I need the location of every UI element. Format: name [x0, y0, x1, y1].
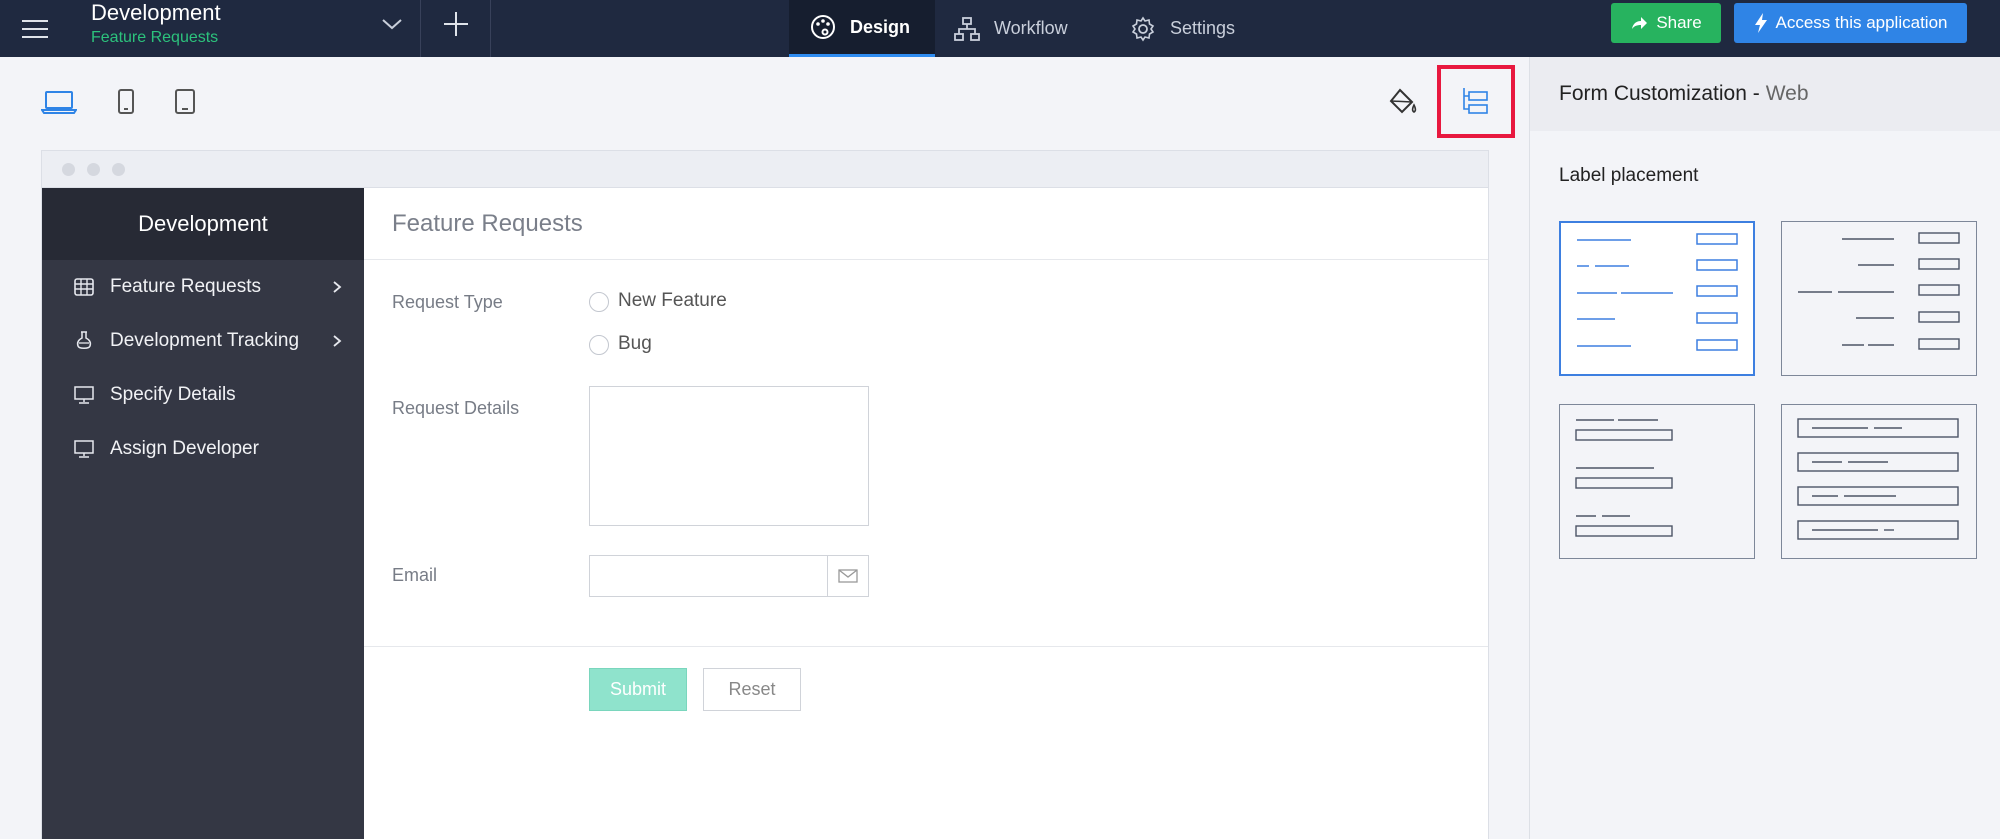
gear-icon	[1131, 16, 1155, 41]
palette-icon	[811, 15, 835, 39]
label-placement-top-option[interactable]	[1559, 404, 1755, 559]
form-customization-panel: Form Customization - Web Label placement	[1529, 57, 2000, 839]
laptop-icon[interactable]	[41, 88, 77, 116]
label-placement-heading: Label placement	[1559, 165, 1699, 186]
top-aligned-preview-icon	[1575, 419, 1673, 537]
divider	[364, 259, 1488, 260]
app-title: Development	[91, 0, 221, 25]
tab-settings-label: Settings	[1170, 18, 1236, 38]
sidebar-item-development-tracking[interactable]: Development Tracking	[42, 314, 364, 368]
chevron-right-icon	[333, 281, 342, 293]
envelope-icon	[838, 569, 858, 583]
share-button[interactable]: Share	[1611, 3, 1721, 43]
label-placement-inside-option[interactable]	[1781, 404, 1977, 559]
panel-title-suffix: Web	[1765, 82, 1809, 105]
form-title: Feature Requests	[392, 210, 583, 237]
sidebar-item-label: Feature Requests	[110, 276, 262, 297]
request-details-label: Request Details	[392, 398, 520, 418]
sidebar-item-feature-requests[interactable]: Feature Requests	[42, 260, 364, 314]
panel-header: Form Customization - Web	[1530, 57, 2000, 131]
sidebar-item-assign-developer[interactable]: Assign Developer	[42, 422, 364, 476]
window-titlebar	[42, 151, 1488, 188]
inside-label-preview-icon	[1797, 418, 1959, 540]
submit-button[interactable]: Submit	[589, 668, 687, 711]
window-dot	[62, 163, 75, 176]
sidebar-item-specify-details[interactable]: Specify Details	[42, 368, 364, 422]
share-arrow-icon	[1632, 17, 1648, 29]
tab-design-label: Design	[850, 16, 911, 37]
email-label: Email	[392, 565, 438, 585]
tab-design[interactable]: Design	[789, 0, 935, 57]
chevron-right-icon	[333, 335, 342, 347]
paint-bucket-icon[interactable]	[1388, 87, 1418, 117]
request-type-label: Request Type	[392, 292, 503, 312]
hamburger-menu-icon[interactable]	[22, 14, 48, 42]
flask-icon	[76, 331, 92, 349]
workflow-icon	[954, 16, 980, 41]
window-dot	[87, 163, 100, 176]
radio-new-feature[interactable]	[589, 292, 609, 312]
divider	[364, 646, 1488, 647]
radio-new-feature-label: New Feature	[618, 290, 727, 311]
app-subtitle: Feature Requests	[91, 29, 219, 46]
tab-workflow-label: Workflow	[994, 18, 1068, 38]
panel-title: Form Customization -	[1559, 82, 1760, 105]
form-area: Feature Requests Request Type New Featur…	[364, 188, 1488, 839]
tablet-icon[interactable]	[117, 88, 135, 116]
label-placement-right-option[interactable]	[1781, 221, 1977, 376]
reset-button[interactable]: Reset	[703, 668, 801, 711]
app-sidebar: Development Feature Requests Development…	[42, 188, 364, 839]
left-aligned-preview-icon	[1577, 233, 1738, 351]
monitor-icon	[74, 386, 94, 404]
divider	[490, 0, 491, 57]
radio-bug[interactable]	[589, 335, 609, 355]
sidebar-item-label: Development Tracking	[110, 330, 300, 351]
tab-workflow[interactable]: Workflow	[954, 0, 1104, 57]
sidebar-title: Development	[42, 188, 364, 260]
form-preview-window: Development Feature Requests Development…	[41, 150, 1489, 839]
top-bar: Development Feature Requests Design Work…	[0, 0, 2000, 57]
right-aligned-preview-icon	[1798, 232, 1960, 350]
access-application-button[interactable]: Access this application	[1734, 3, 1967, 43]
radio-bug-label: Bug	[618, 333, 652, 354]
share-button-label: Share	[1656, 13, 1702, 32]
tab-settings[interactable]: Settings	[1130, 0, 1260, 57]
lightning-icon	[1754, 13, 1767, 33]
window-dot	[112, 163, 125, 176]
highlight-box	[1437, 65, 1515, 138]
label-placement-left-option[interactable]	[1559, 221, 1755, 376]
tablet-landscape-icon[interactable]	[174, 88, 196, 116]
monitor-icon	[74, 440, 94, 458]
add-icon[interactable]	[440, 8, 472, 40]
access-button-label: Access this application	[1775, 13, 1948, 32]
divider	[420, 0, 421, 57]
sidebar-item-label: Specify Details	[110, 384, 236, 405]
email-field[interactable]	[589, 555, 827, 597]
request-details-textarea[interactable]	[589, 386, 869, 526]
chevron-down-icon[interactable]	[380, 12, 404, 36]
grid-report-icon	[74, 278, 94, 296]
email-addon	[827, 555, 869, 597]
sidebar-item-label: Assign Developer	[110, 438, 259, 459]
